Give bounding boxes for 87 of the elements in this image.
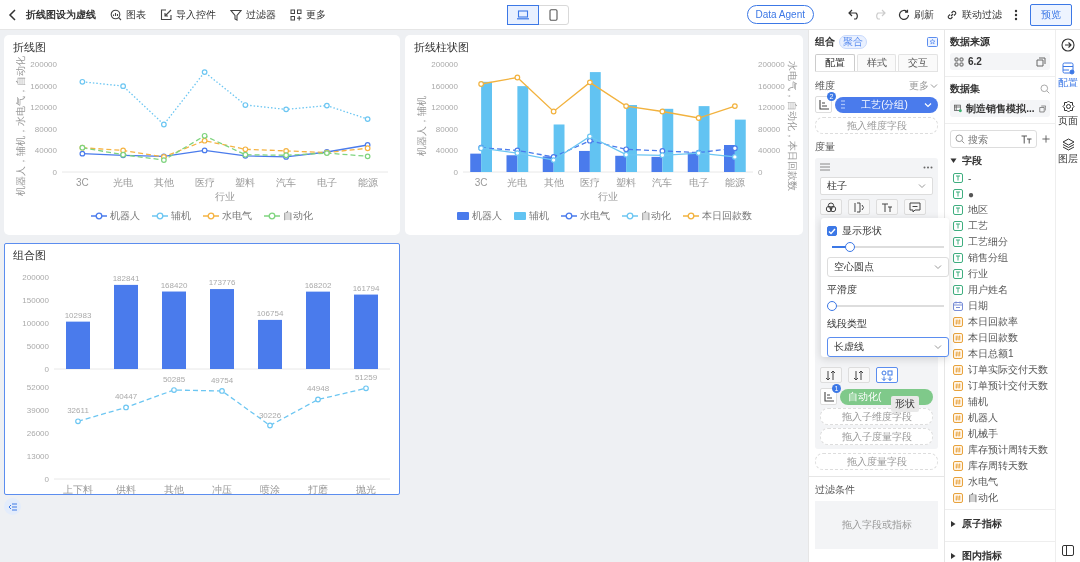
axis-title: 机器人，辅机，水电气，自动化	[15, 56, 26, 196]
data-label: 182841	[112, 273, 140, 283]
axis-tick-label: 0	[44, 365, 49, 374]
axis-title: 行业	[215, 191, 235, 202]
axis-tick-label: 0	[44, 475, 49, 484]
axis-label: 电子	[688, 177, 709, 188]
axis-tick-label: 40000	[758, 146, 781, 156]
tooltip: 形状	[891, 396, 919, 412]
axis-tick-label: 40000	[34, 146, 57, 156]
mode-badge: 聚合	[839, 35, 867, 49]
data-label: 51259	[354, 373, 378, 383]
data-label: 49754	[210, 375, 234, 385]
axis-tick-label: 52000	[26, 383, 49, 392]
axis-tick-label: 200000	[431, 60, 458, 69]
axis-tick-label: 120000	[758, 103, 785, 113]
axis-label: 3C	[474, 177, 488, 188]
axis-label: 其他	[164, 484, 184, 495]
axis-tick-label: 200000	[22, 273, 49, 282]
axis-title: 行业	[598, 191, 618, 202]
axis-tick-label: 0	[453, 168, 458, 177]
axis-label: 塑料	[235, 177, 256, 188]
data-label: 106754	[256, 308, 284, 318]
axis-tick-label: 160000	[431, 81, 458, 91]
axis-tick-label: 0	[52, 168, 57, 177]
data-label: 173776	[208, 278, 236, 288]
axis-tick-label: 50000	[26, 342, 49, 351]
panel-title: 组合	[815, 35, 835, 49]
data-label: 161794	[352, 283, 380, 293]
axis-label: 光电	[507, 177, 528, 188]
data-label: 32611	[67, 406, 89, 416]
axis-tick-label: 120000	[431, 103, 458, 113]
axis-tick-label: 150000	[22, 296, 49, 305]
axis-label: 喷涂	[260, 484, 280, 495]
field-label: 线段类型	[827, 317, 868, 331]
section-label: 度量	[815, 140, 836, 154]
axis-tick-label: 160000	[758, 81, 785, 91]
axis-tick-label: 200000	[758, 60, 785, 69]
axis-tick-label: 40000	[435, 146, 458, 156]
axis-label: 打磨	[308, 484, 328, 495]
axis-tick-label: 13000	[26, 452, 49, 461]
axis-label: 供料	[116, 484, 136, 495]
data-label: 168202	[304, 280, 332, 290]
axis-label: 3C	[76, 177, 89, 188]
data-label: 168420	[160, 280, 188, 290]
axis-title: 水电气，自动化，本日回款数	[787, 61, 798, 191]
page-title: 折线图设为虚线	[26, 7, 96, 22]
axis-tick-label: 39000	[26, 406, 49, 415]
chart-title: 折线图	[12, 40, 47, 55]
axis-label: 能源	[357, 177, 378, 188]
axis-tick-label: 100000	[22, 319, 49, 328]
data-source-name: 6.2	[968, 56, 983, 67]
axis-tick-label: 80000	[435, 124, 458, 134]
axis-tick-label: 120000	[30, 103, 57, 113]
axis-label: 汽车	[276, 177, 297, 188]
axis-title: 机器人，辅机	[416, 96, 427, 156]
axis-label: 其他	[153, 177, 174, 188]
axis-label: 医疗	[579, 177, 600, 188]
data-label: 40447	[114, 392, 138, 402]
chart-title: 折线柱状图	[413, 40, 470, 55]
field-label: 平滑度	[827, 283, 858, 297]
section-label: 维度	[815, 79, 835, 93]
axis-label: 上下料	[63, 484, 93, 495]
section-title: 数据来源	[950, 35, 991, 49]
data-label: 30226	[258, 410, 282, 420]
data-label: 44948	[306, 384, 330, 394]
axis-tick-label: 80000	[758, 124, 781, 134]
axis-label: 其他	[543, 177, 564, 188]
dataset-name: 制造销售模拟...	[966, 101, 1035, 116]
axis-label: 汽车	[652, 177, 673, 188]
axis-tick-label: 80000	[34, 124, 57, 134]
chart-title: 组合图	[12, 248, 47, 263]
axis-tick-label: 160000	[30, 81, 57, 91]
section-label: 过滤条件	[815, 483, 856, 497]
axis-label: 光电	[113, 177, 134, 188]
axis-label: 塑料	[616, 177, 637, 188]
axis-label: 电子	[316, 177, 337, 188]
axis-label: 医疗	[194, 177, 215, 188]
section-title: 数据集	[950, 82, 980, 96]
axis-tick-label: 0	[758, 168, 763, 177]
axis-label: 抛光	[356, 484, 376, 495]
axis-tick-label: 200000	[30, 60, 57, 69]
data-label: 102983	[64, 310, 92, 320]
checkbox-label: 显示形状	[842, 224, 882, 238]
axis-label: 冲压	[212, 484, 232, 495]
axis-label: 能源	[724, 177, 745, 188]
data-label: 50285	[162, 375, 186, 385]
axis-tick-label: 26000	[26, 429, 49, 438]
